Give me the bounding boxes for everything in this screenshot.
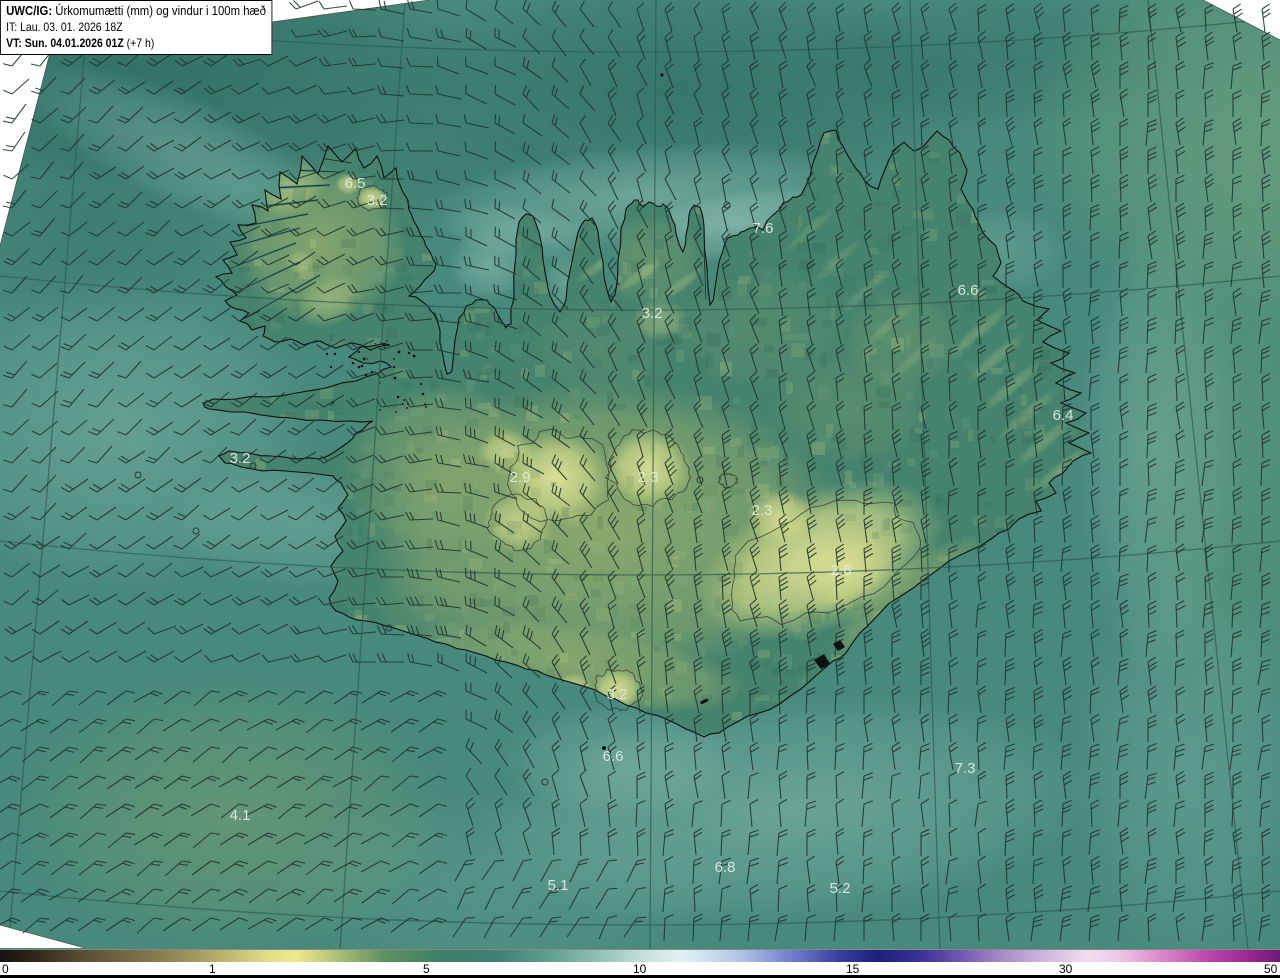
svg-text:2.3: 2.3 bbox=[752, 502, 773, 519]
svg-text:5.1: 5.1 bbox=[548, 877, 569, 894]
svg-text:4.1: 4.1 bbox=[230, 807, 251, 824]
svg-text:6.6: 6.6 bbox=[603, 748, 624, 765]
svg-text:3.2: 3.2 bbox=[607, 686, 628, 703]
svg-text:3.2: 3.2 bbox=[230, 450, 251, 467]
svg-text:6.6: 6.6 bbox=[958, 282, 979, 299]
svg-text:3.2: 3.2 bbox=[367, 192, 388, 209]
svg-text:7.6: 7.6 bbox=[753, 220, 774, 237]
svg-text:2.3: 2.3 bbox=[638, 469, 659, 486]
svg-text:5.2: 5.2 bbox=[830, 880, 851, 897]
svg-text:3.2: 3.2 bbox=[642, 305, 663, 322]
svg-text:6.4: 6.4 bbox=[1053, 407, 1074, 424]
svg-text:2.6: 2.6 bbox=[831, 562, 852, 579]
svg-text:6.8: 6.8 bbox=[715, 859, 736, 876]
svg-text:2.9: 2.9 bbox=[510, 469, 531, 486]
svg-text:6.5: 6.5 bbox=[345, 175, 366, 192]
svg-text:7.3: 7.3 bbox=[955, 760, 976, 777]
